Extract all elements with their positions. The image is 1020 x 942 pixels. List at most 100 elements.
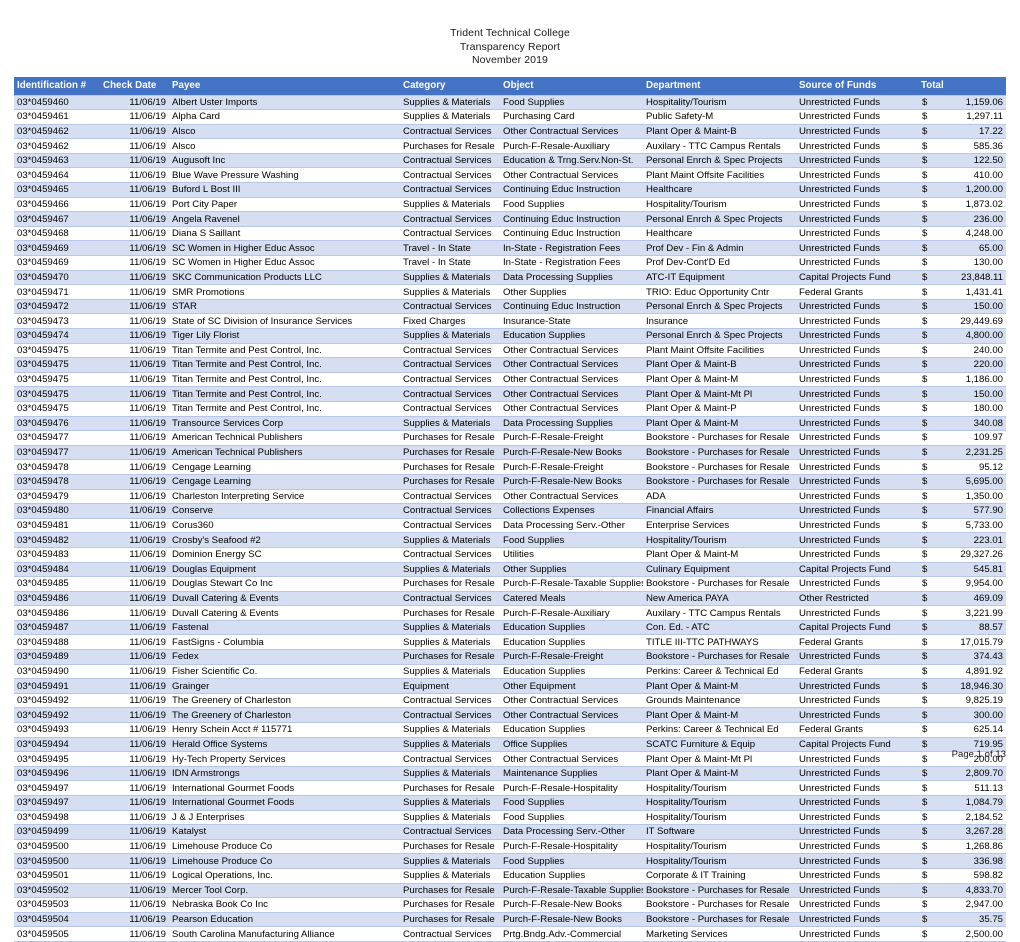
cell-object: Other Contractual Services bbox=[500, 123, 643, 140]
cell-source-of-funds: Capital Projects Fund bbox=[796, 561, 918, 578]
cell-identification: 03*0459467 bbox=[14, 211, 100, 227]
table-row: 03*0459477 11/06/19 American Technical Pub… bbox=[14, 444, 1006, 461]
cell-identification: 03*0459497 bbox=[14, 780, 100, 796]
cell-total: $340.08 bbox=[918, 415, 1006, 432]
cell-identification: 03*0459483 bbox=[14, 546, 100, 563]
cell-department: Bookstore - Purchases for Resale bbox=[643, 649, 796, 665]
cell-total: $545.81 bbox=[918, 561, 1006, 578]
cell-object: Food Supplies bbox=[500, 809, 643, 826]
currency-symbol: $ bbox=[922, 753, 928, 765]
currency-symbol: $ bbox=[922, 403, 928, 415]
cell-payee: Limehouse Produce Co bbox=[169, 838, 400, 855]
cell-category: Supplies & Materials bbox=[400, 795, 500, 811]
cell-payee: Conserve bbox=[169, 503, 400, 519]
cell-department: Bookstore - Purchases for Resale bbox=[643, 911, 796, 928]
cell-identification: 03*0459478 bbox=[14, 459, 100, 475]
column-header-category[interactable]: Category bbox=[400, 76, 500, 95]
table-row: 03*0459473 11/06/19 State of SC Division o… bbox=[14, 313, 1006, 329]
cell-identification: 03*0459475 bbox=[14, 400, 100, 417]
currency-symbol: $ bbox=[922, 111, 928, 123]
currency-symbol: $ bbox=[922, 271, 928, 283]
column-header-department[interactable]: Department bbox=[643, 76, 796, 95]
cell-identification: 03*0459461 bbox=[14, 109, 100, 125]
cell-source-of-funds: Unrestricted Funds bbox=[796, 94, 918, 111]
cell-object: Food Supplies bbox=[500, 853, 643, 869]
cell-department: Plant Oper & Maint-B bbox=[643, 357, 796, 373]
cell-total: $4,800.00 bbox=[918, 328, 1006, 344]
cell-total: $9,954.00 bbox=[918, 576, 1006, 592]
cell-source-of-funds: Federal Grants bbox=[796, 722, 918, 738]
table-header-row: Identification # Check Date Payee Catego… bbox=[14, 76, 1006, 95]
cell-identification: 03*0459495 bbox=[14, 751, 100, 767]
cell-source-of-funds: Unrestricted Funds bbox=[796, 678, 918, 694]
cell-department: TITLE III-TTC PATHWAYS bbox=[643, 634, 796, 651]
column-header-identification[interactable]: Identification # bbox=[14, 76, 100, 95]
cell-check-date: 11/06/19 bbox=[100, 342, 169, 359]
cell-object: Other Contractual Services bbox=[500, 167, 643, 184]
cell-payee: Cengage Learning bbox=[169, 459, 400, 475]
currency-symbol: $ bbox=[922, 782, 928, 794]
cell-source-of-funds: Unrestricted Funds bbox=[796, 649, 918, 665]
cell-payee: International Gourmet Foods bbox=[169, 780, 400, 796]
cell-payee: Cengage Learning bbox=[169, 473, 400, 490]
cell-department: Prof Dev - Fin & Admin bbox=[643, 240, 796, 257]
cell-department: Bookstore - Purchases for Resale bbox=[643, 473, 796, 490]
cell-object: Continuing Educ Instruction bbox=[500, 182, 643, 198]
column-header-object[interactable]: Object bbox=[500, 76, 643, 95]
organization-name: Trident Technical College bbox=[450, 27, 570, 39]
table-row: 03*0459500 11/06/19 Limehouse Produce Co Pu… bbox=[14, 838, 1006, 855]
cell-source-of-funds: Federal Grants bbox=[796, 284, 918, 300]
table-row: 03*0459463 11/06/19 Augusoft Inc Contractua… bbox=[14, 152, 1006, 169]
cell-check-date: 11/06/19 bbox=[100, 605, 169, 621]
cell-object: Utilities bbox=[500, 546, 643, 563]
column-header-source-of-funds[interactable]: Source of Funds bbox=[796, 76, 918, 95]
cell-source-of-funds: Unrestricted Funds bbox=[796, 517, 918, 534]
cell-category: Supplies & Materials bbox=[400, 415, 500, 432]
cell-category: Supplies & Materials bbox=[400, 736, 500, 753]
cell-check-date: 11/06/19 bbox=[100, 269, 169, 286]
column-header-payee[interactable]: Payee bbox=[169, 76, 400, 95]
cell-object: In-State - Registration Fees bbox=[500, 240, 643, 257]
cell-department: Healthcare bbox=[643, 225, 796, 242]
cell-object: Education Supplies bbox=[500, 722, 643, 738]
cell-department: Plant Oper & Maint-M bbox=[643, 371, 796, 388]
currency-symbol: $ bbox=[922, 213, 928, 225]
table-row: 03*0459478 11/06/19 Cengage Learning Purcha… bbox=[14, 473, 1006, 490]
cell-department: TRIO: Educ Opportunity Cntr bbox=[643, 284, 796, 300]
cell-department: Bookstore - Purchases for Resale bbox=[643, 430, 796, 446]
cell-source-of-funds: Unrestricted Funds bbox=[796, 707, 918, 724]
table-row: 03*0459462 11/06/19 Alsco Purchases for Res… bbox=[14, 138, 1006, 154]
column-header-check-date[interactable]: Check Date bbox=[100, 76, 169, 95]
cell-payee: International Gourmet Foods bbox=[169, 795, 400, 811]
cell-source-of-funds: Unrestricted Funds bbox=[796, 838, 918, 855]
cell-check-date: 11/06/19 bbox=[100, 853, 169, 869]
cell-department: ATC-IT Equipment bbox=[643, 269, 796, 286]
cell-identification: 03*0459498 bbox=[14, 809, 100, 826]
report-period: November 2019 bbox=[471, 54, 548, 66]
cell-total: $2,231.25 bbox=[918, 444, 1006, 461]
cell-payee: American Technical Publishers bbox=[169, 430, 400, 446]
cell-source-of-funds: Unrestricted Funds bbox=[796, 357, 918, 373]
currency-symbol: $ bbox=[922, 724, 928, 736]
currency-symbol: $ bbox=[922, 125, 928, 137]
cell-check-date: 11/06/19 bbox=[100, 400, 169, 417]
table-row: 03*0459493 11/06/19 Henry Schein Acct # 11… bbox=[14, 722, 1006, 738]
currency-symbol: $ bbox=[922, 330, 928, 342]
cell-department: Hospitality/Tourism bbox=[643, 196, 796, 213]
cell-payee: Titan Termite and Pest Control, Inc. bbox=[169, 357, 400, 373]
currency-symbol: $ bbox=[922, 607, 928, 619]
cell-source-of-funds: Unrestricted Funds bbox=[796, 503, 918, 519]
column-header-total[interactable]: Total bbox=[918, 76, 1006, 95]
currency-symbol: $ bbox=[922, 578, 928, 590]
cell-payee: Logical Operations, Inc. bbox=[169, 867, 400, 884]
cell-source-of-funds: Unrestricted Funds bbox=[796, 123, 918, 140]
cell-check-date: 11/06/19 bbox=[100, 838, 169, 855]
cell-category: Contractual Services bbox=[400, 824, 500, 840]
cell-category: Purchases for Resale bbox=[400, 911, 500, 928]
cell-check-date: 11/06/19 bbox=[100, 182, 169, 198]
cell-payee: SC Women in Higher Educ Assoc bbox=[169, 255, 400, 271]
cell-payee: IDN Armstrongs bbox=[169, 765, 400, 782]
cell-category: Contractual Services bbox=[400, 546, 500, 563]
table-row: 03*0459475 11/06/19 Titan Termite and Pest… bbox=[14, 357, 1006, 373]
table-row: 03*0459488 11/06/19 FastSigns - Columbia Su… bbox=[14, 634, 1006, 651]
